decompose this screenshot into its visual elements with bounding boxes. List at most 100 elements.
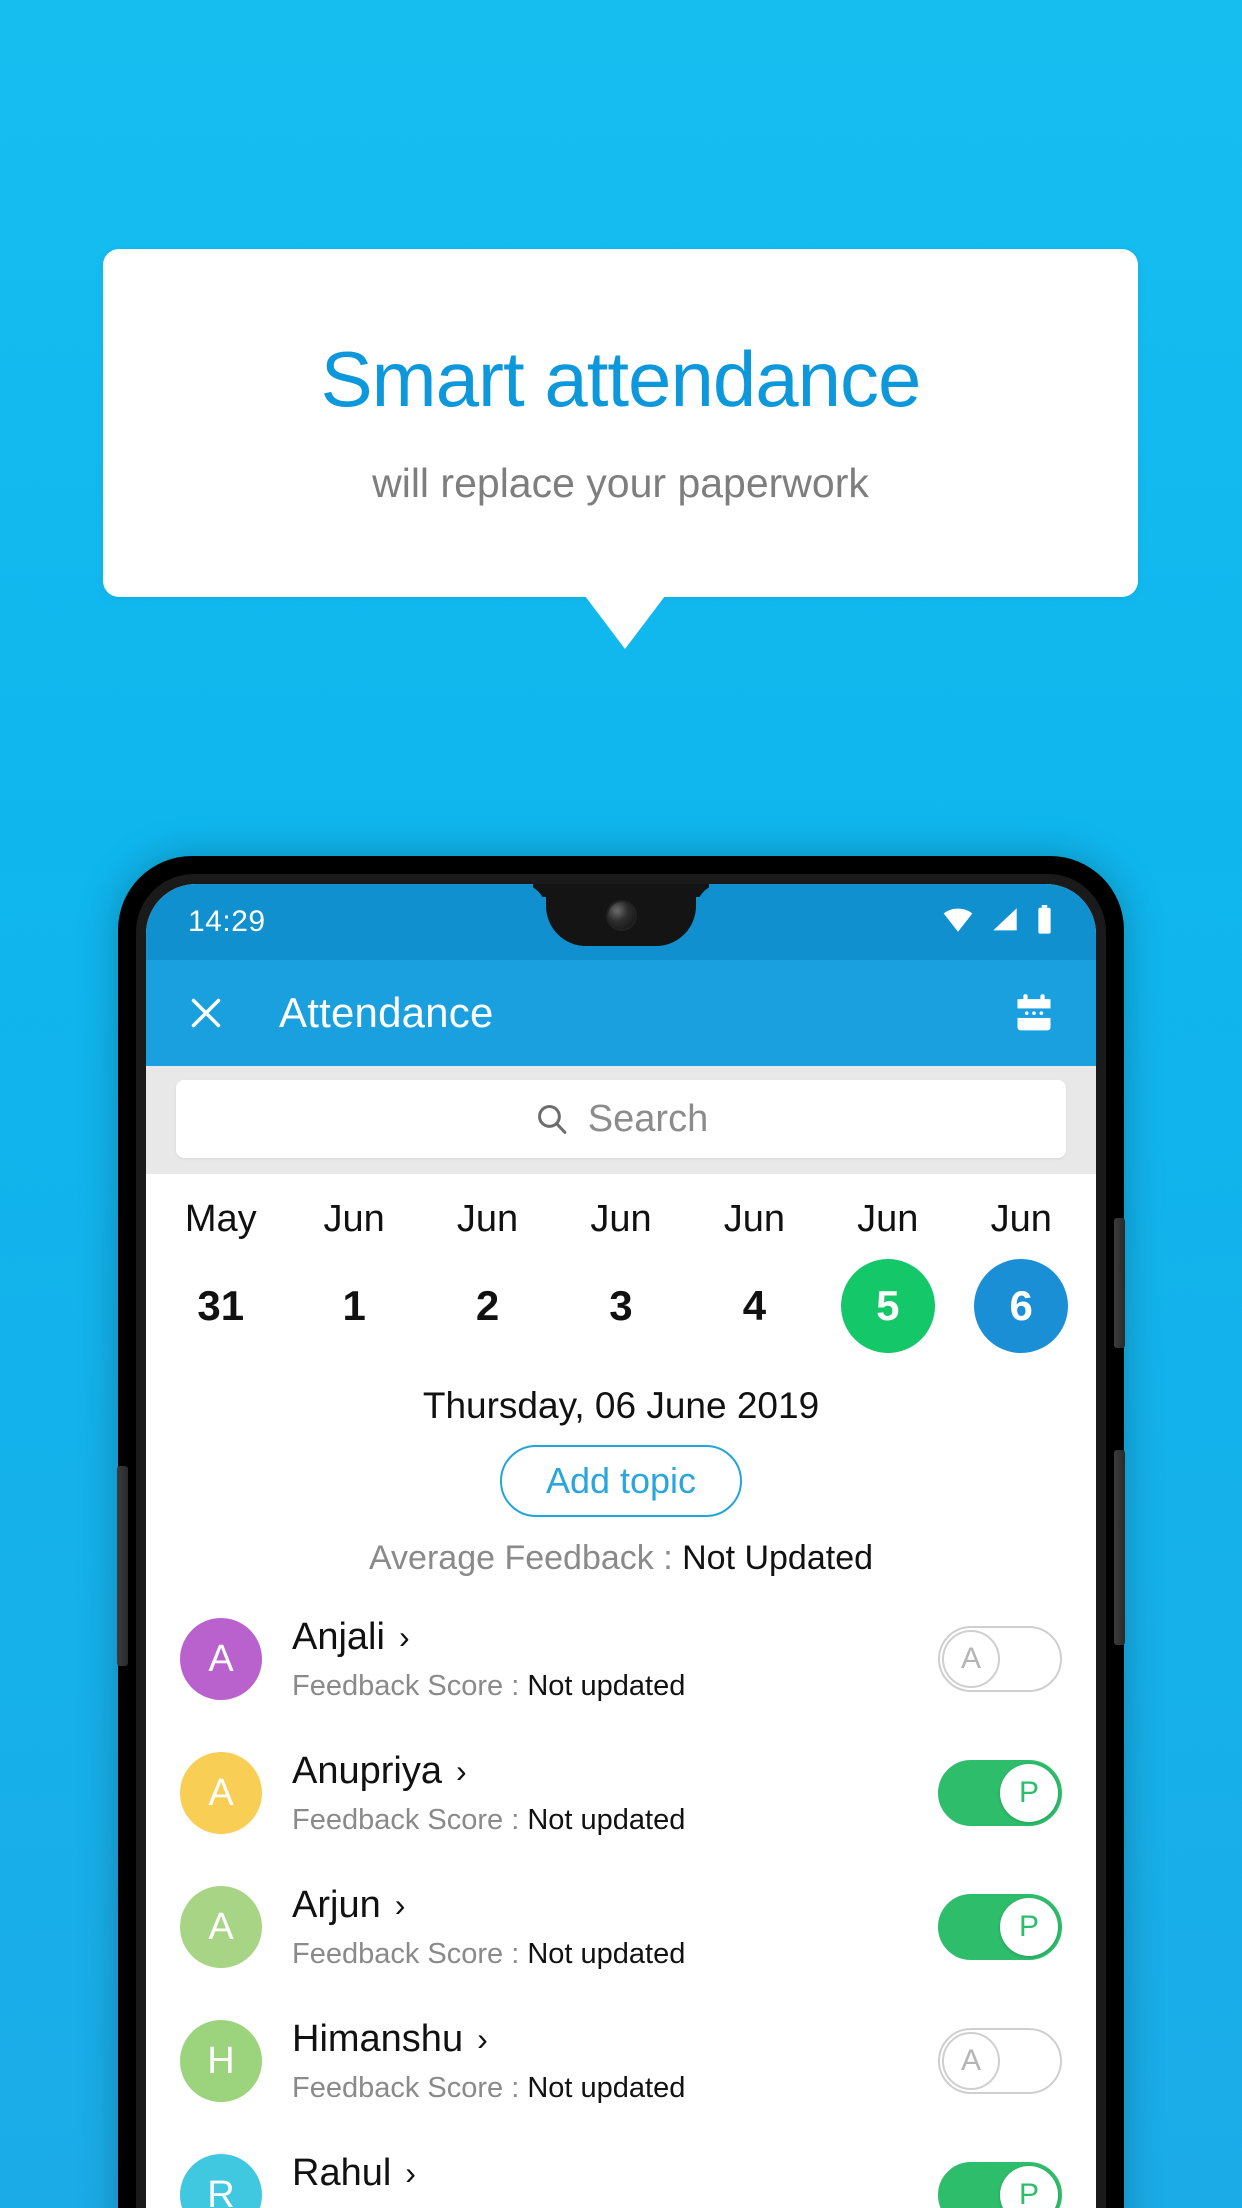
student-name: Himanshu xyxy=(292,2017,464,2060)
date-day-number: 2 xyxy=(475,1282,500,1329)
date-day-number: 6 xyxy=(974,1259,1069,1353)
feedback-score-line: Feedback Score : Not updated xyxy=(292,1804,938,1837)
date-day-number: 1 xyxy=(342,1282,366,1329)
student-info: Rahul›Feedback Score : Not updated xyxy=(292,2152,938,2208)
avatar: A xyxy=(180,1752,262,1834)
date-month-label: Jun xyxy=(990,1198,1052,1240)
date-month-label: Jun xyxy=(723,1198,786,1240)
calendar-icon[interactable] xyxy=(1012,991,1056,1035)
date-cell-jun-5[interactable]: Jun 5 xyxy=(821,1198,954,1353)
date-cell-jun-2[interactable]: Jun 2 xyxy=(421,1198,554,1353)
table-row[interactable]: A Arjun › Feedback Score : Not updated P xyxy=(146,1860,1096,1994)
student-info: Anjali › Feedback Score : Not updated xyxy=(292,1616,938,1703)
signal-icon xyxy=(990,907,1020,938)
feedback-score-value: Not updated xyxy=(527,1803,686,1836)
promo-title: Smart attendance xyxy=(320,334,922,423)
selected-date-label: Thursday, 06 June 2019 xyxy=(146,1363,1096,1427)
phone-volume-button-left[interactable] xyxy=(117,1466,128,1666)
phone-screen: 14:29 Attendance Search May 31 Jun 1 Jun… xyxy=(146,884,1096,2208)
chevron-right-icon[interactable]: › xyxy=(456,1755,467,1787)
attendance-toggle[interactable]: P xyxy=(938,1760,1062,1826)
feedback-score-label: Feedback Score : xyxy=(292,1669,528,1702)
status-time: 14:29 xyxy=(188,905,266,938)
promo-callout-tail xyxy=(585,596,665,649)
student-name-line[interactable]: Rahul › xyxy=(292,2152,938,2195)
attendance-toggle-knob: A xyxy=(942,2032,1000,2090)
student-name: Anupriya xyxy=(292,1749,442,1792)
date-day-number: 5 xyxy=(840,1259,935,1353)
date-month-label: Jun xyxy=(857,1198,919,1240)
average-feedback-value: Not Updated xyxy=(682,1539,874,1577)
attendance-toggle-knob: P xyxy=(1000,2166,1058,2208)
student-name-line[interactable]: Anupriya › xyxy=(292,1750,938,1793)
phone-volume-button-right[interactable] xyxy=(1114,1450,1125,1645)
search-input[interactable]: Search xyxy=(176,1080,1066,1158)
date-cell-jun-4[interactable]: Jun 4 xyxy=(688,1198,821,1353)
date-cell-jun-6[interactable]: Jun 6 xyxy=(955,1198,1088,1353)
avatar: R xyxy=(180,2154,262,2208)
date-month-label: Jun xyxy=(323,1198,385,1240)
student-info: Arjun › Feedback Score : Not updated xyxy=(292,1884,938,1971)
date-cell-jun-3[interactable]: Jun 3 xyxy=(554,1198,687,1353)
date-cell-may-31[interactable]: May 31 xyxy=(154,1198,287,1353)
table-row[interactable]: H Himanshu › Feedback Score : Not updated A xyxy=(146,1994,1096,2128)
feedback-score-label: Feedback Score : xyxy=(292,2071,528,2104)
attendance-toggle-knob: P xyxy=(1000,1898,1058,1956)
avatar: H xyxy=(180,2020,262,2102)
student-name-line[interactable]: Anjali › xyxy=(292,1616,938,1659)
table-row[interactable]: A Anupriya › Feedback Score : Not updated P xyxy=(146,1726,1096,1860)
average-feedback-label: Average Feedback : xyxy=(368,1539,683,1577)
table-row[interactable]: R Rahul›Feedback Score : Not updated P xyxy=(146,2128,1096,2208)
student-name-line[interactable]: Himanshu › xyxy=(292,2018,938,2061)
feedback-score-value: Not updated xyxy=(527,2071,686,2104)
promo-subtitle: will replace your paperwork xyxy=(372,460,869,507)
date-day-number: 3 xyxy=(609,1282,633,1329)
promo-callout-card: Smart attendance will replace your paper… xyxy=(103,249,1138,597)
chevron-right-icon[interactable]: › xyxy=(395,1889,406,1921)
chevron-right-icon[interactable]: › xyxy=(477,2023,488,2055)
wifi-icon xyxy=(941,907,975,938)
date-month-label: Jun xyxy=(590,1198,652,1240)
chevron-right-icon[interactable]: › xyxy=(405,2157,416,2189)
avatar: A xyxy=(180,1886,262,1968)
feedback-score-value: Not updated xyxy=(527,1937,686,1970)
search-placeholder-text: Search xyxy=(587,1097,709,1140)
search-bar-container: Search xyxy=(146,1066,1096,1174)
front-camera xyxy=(607,901,635,929)
attendance-toggle-knob: A xyxy=(942,1630,1000,1688)
status-bar: 14:29 xyxy=(146,884,1096,960)
avatar: A xyxy=(180,1618,262,1700)
date-day-number: 4 xyxy=(742,1282,767,1329)
add-topic-button[interactable]: Add topic xyxy=(499,1445,743,1517)
date-month-label: Jun xyxy=(456,1198,519,1240)
phone-power-button[interactable] xyxy=(1114,1218,1125,1348)
close-icon[interactable] xyxy=(186,993,226,1033)
feedback-score-value: Not updated xyxy=(527,1669,686,1702)
attendance-toggle[interactable]: A xyxy=(938,1626,1062,1692)
add-topic-container: Add topic xyxy=(146,1427,1096,1517)
student-list: A Anjali › Feedback Score : Not updated A A An… xyxy=(146,1592,1096,2208)
average-feedback: Average Feedback : Not Updated xyxy=(146,1517,1096,1592)
date-cell-jun-1[interactable]: Jun 1 xyxy=(287,1198,420,1353)
app-bar: Attendance xyxy=(146,960,1096,1066)
student-name-line[interactable]: Arjun › xyxy=(292,1884,938,1927)
phone-bezel: 14:29 Attendance Search May 31 Jun 1 Jun… xyxy=(136,874,1106,2208)
date-month-label: May xyxy=(184,1198,257,1240)
battery-icon xyxy=(1035,904,1054,940)
search-icon xyxy=(534,1101,570,1137)
camera-notch xyxy=(546,884,696,946)
student-name: Anjali xyxy=(292,1615,385,1658)
table-row[interactable]: A Anjali › Feedback Score : Not updated A xyxy=(146,1592,1096,1726)
feedback-score-line: Feedback Score : Not updated xyxy=(292,2072,938,2105)
student-info: Himanshu › Feedback Score : Not updated xyxy=(292,2018,938,2105)
page-title: Attendance xyxy=(279,989,494,1036)
date-strip: May 31 Jun 1 Jun 2 Jun 3 Jun 4 Jun 5 Jun 6 xyxy=(146,1174,1096,1363)
attendance-toggle[interactable]: P xyxy=(938,2162,1062,2208)
feedback-score-label: Feedback Score : xyxy=(292,1803,528,1836)
attendance-toggle[interactable]: A xyxy=(938,2028,1062,2094)
chevron-right-icon[interactable]: › xyxy=(399,1621,410,1653)
attendance-toggle[interactable]: P xyxy=(938,1894,1062,1960)
attendance-toggle-knob: P xyxy=(1000,1764,1058,1822)
phone-mockup: 14:29 Attendance Search May 31 Jun 1 Jun… xyxy=(117,856,1125,2208)
feedback-score-line: Feedback Score : Not updated xyxy=(292,1670,938,1703)
